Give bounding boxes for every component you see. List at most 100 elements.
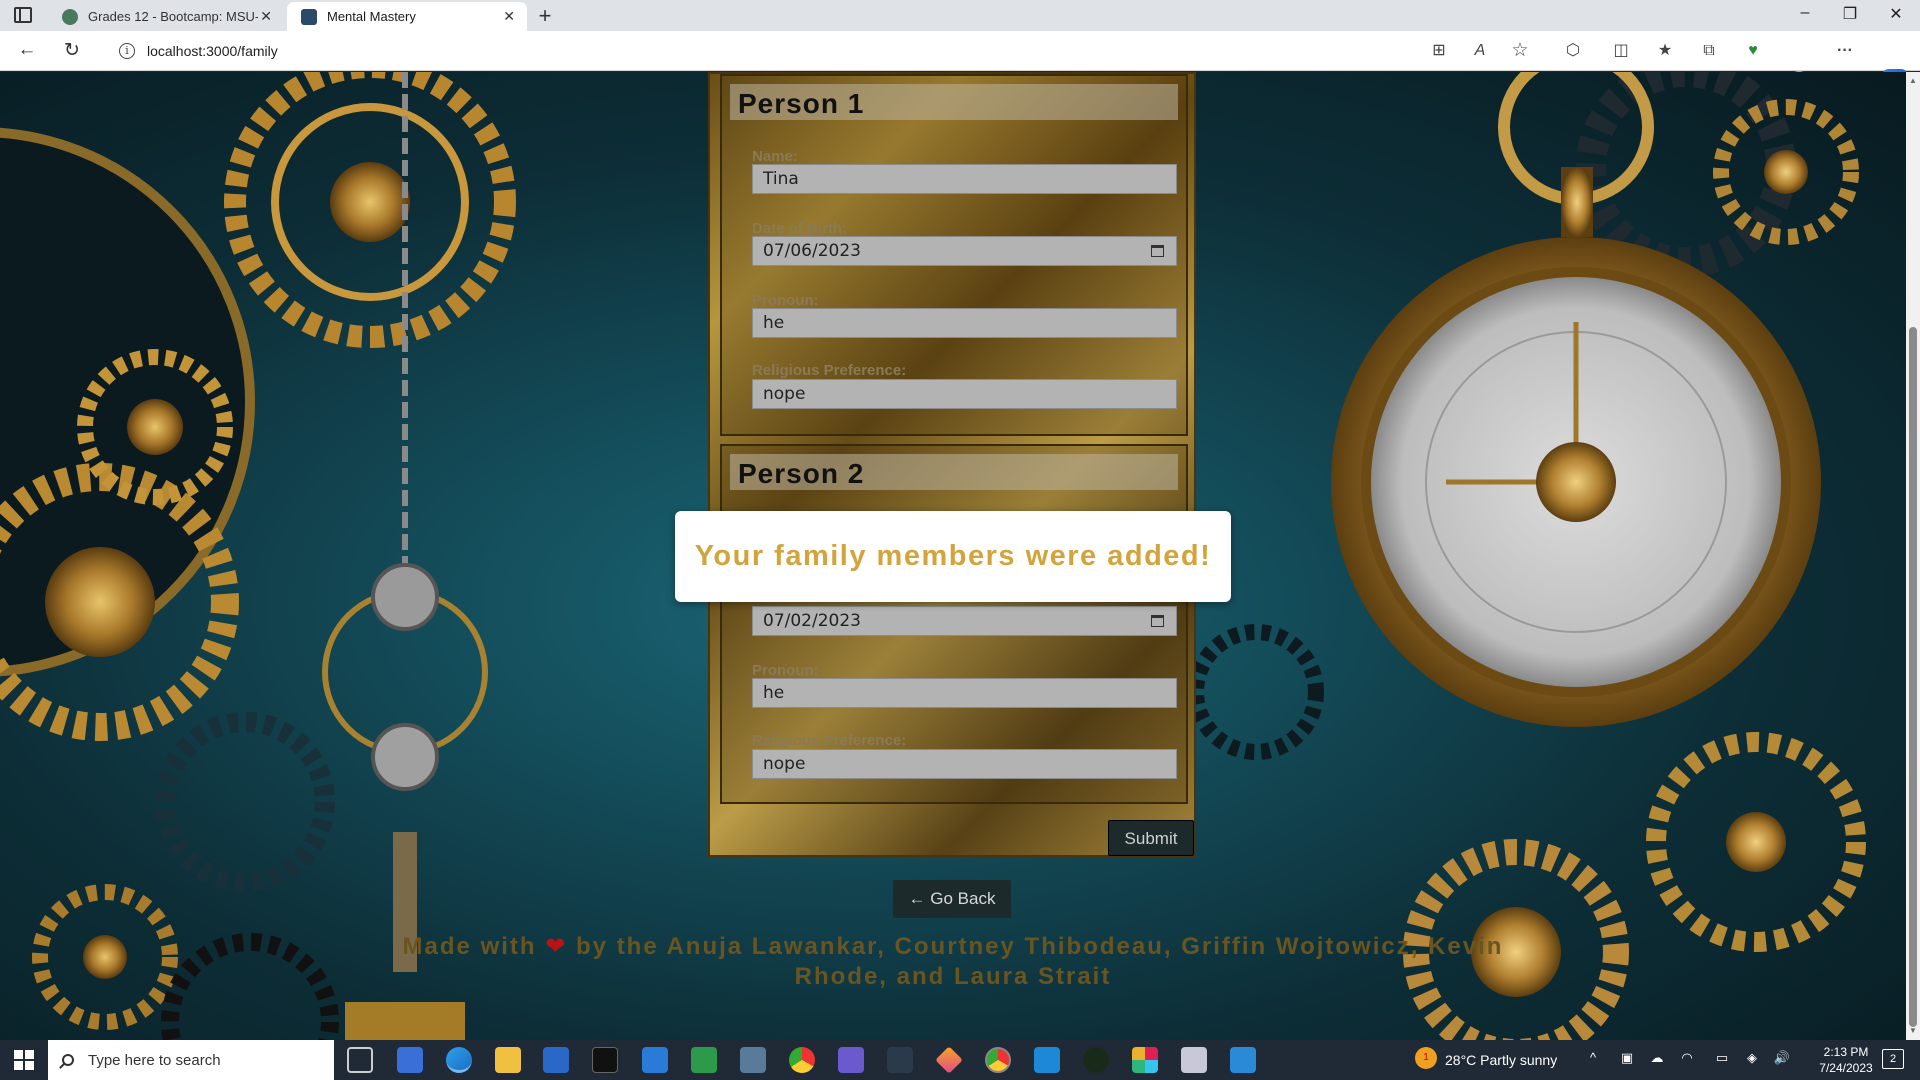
person-header: Person 1 [730,84,1178,120]
calendar-icon[interactable] [1151,245,1164,257]
battery-icon[interactable]: ▭ [1713,1050,1731,1066]
slack-icon[interactable] [1132,1047,1158,1073]
chrome-icon[interactable] [789,1047,815,1073]
search-icon [62,1054,74,1066]
steampunk-gears-left-decor [0,72,516,1040]
go-back-button[interactable]: ← Go Back [893,880,1011,918]
dob-label: Date of Birth: [752,220,847,237]
wifi-icon[interactable]: ◠ [1678,1050,1696,1066]
dob-field[interactable]: 07/02/2023 [752,606,1177,636]
family-form: Person 1 Name: Tina Date of Birth: 07/06… [708,72,1196,857]
show-hidden-icons-chevron-icon[interactable]: ^ [1584,1050,1602,1065]
url-field[interactable]: i localhost:3000/family [105,36,1435,66]
url-text[interactable]: localhost:3000/family [147,43,278,59]
mongodb-compass-icon[interactable] [1083,1047,1109,1073]
browser-essentials-icon[interactable]: ♥ [1742,40,1764,62]
unknown-app-icon[interactable] [887,1047,913,1073]
scroll-up-icon[interactable]: ▲ [1909,76,1917,85]
app-available-icon[interactable]: ⊞ [1428,40,1450,62]
vertical-scrollbar[interactable]: ▲ ▼ [1906,72,1920,1040]
success-message: Your family members were added! [694,540,1212,572]
paint-icon[interactable] [1181,1047,1207,1073]
weather-icon[interactable]: 1 [1415,1047,1437,1069]
weather-text[interactable]: 28°C Partly sunny [1445,1052,1557,1068]
pronoun-field[interactable]: he [752,308,1177,338]
security-icon[interactable]: ◈ [1743,1050,1761,1066]
tab-title: Mental Mastery [327,9,416,24]
vscode-icon[interactable] [1034,1047,1060,1073]
credits-footer: Made with ❤ by the Anuja Lawankar, Court… [380,932,1526,992]
tab-actions-icon[interactable] [14,7,32,23]
tray-app-icon[interactable]: ▣ [1618,1050,1636,1066]
file-explorer-icon[interactable] [495,1047,521,1073]
task-view-icon[interactable] [347,1047,373,1073]
religion-field[interactable]: nope [752,749,1177,779]
back-arrow-icon[interactable]: ← [15,39,39,61]
minimize-button[interactable]: – [1795,4,1815,22]
person-header: Person 2 [730,454,1178,490]
person-2-block: Person 2 07/02/2023 Pronoun: he Religiou… [720,444,1188,804]
onedrive-icon[interactable]: ☁ [1648,1050,1666,1066]
tab-title: Grades 12 - Bootcamp: MSU-VIR [88,9,258,24]
close-icon[interactable]: ✕ [260,8,272,25]
scroll-thumb[interactable] [1909,327,1917,1027]
system-clock[interactable]: 2:13 PM 7/24/2023 [1816,1044,1876,1076]
dob-value: 07/02/2023 [763,611,861,631]
submit-button[interactable]: Submit [1108,820,1194,856]
person-title: Person 1 [738,88,865,119]
close-window-button[interactable]: ✕ [1886,4,1906,24]
name-field[interactable]: Tina [752,164,1177,194]
extensions-icon[interactable]: ⬡ [1562,40,1584,62]
favorite-star-icon[interactable]: ☆ [1509,40,1531,62]
person-1-block: Person 1 Name: Tina Date of Birth: 07/06… [720,74,1188,436]
tab-mental-mastery[interactable]: Mental Mastery ✕ [287,2,527,31]
azure-data-studio-icon[interactable] [397,1047,423,1073]
windows-start-icon[interactable] [14,1050,34,1070]
collections-icon[interactable]: ⧉ [1698,40,1720,62]
reload-icon[interactable]: ↻ [60,39,84,62]
photos-icon[interactable] [1230,1047,1256,1073]
close-icon[interactable]: ✕ [503,8,515,25]
split-screen-icon[interactable]: ◫ [1610,40,1632,62]
search-placeholder: Type here to search [88,1051,221,1069]
more-icon[interactable]: ··· [1834,40,1856,62]
religion-label: Religious Preference: [752,362,907,379]
remote-desktop-icon[interactable] [838,1047,864,1073]
spreadsheet-icon[interactable] [691,1047,717,1073]
tab-bar: Grades 12 - Bootcamp: MSU-VIR ✕ Mental M… [0,0,1920,31]
pronoun-label: Pronoun: [752,662,819,679]
canvas-favicon-icon [62,8,78,25]
clock-time: 2:13 PM [1823,1045,1869,1059]
info-icon[interactable]: i [119,43,135,59]
site-favicon-icon [301,8,317,25]
tab-grades[interactable]: Grades 12 - Bootcamp: MSU-VIR ✕ [48,2,284,31]
new-tab-button[interactable]: + [533,3,557,29]
pronoun-field[interactable]: he [752,678,1177,708]
page-viewport: Person 1 Name: Tina Date of Birth: 07/06… [0,72,1906,1040]
microsoft-store-icon[interactable] [543,1047,569,1073]
notification-center-icon[interactable]: 2 [1882,1049,1904,1069]
read-aloud-icon[interactable]: A [1469,40,1491,62]
credits-prefix: Made with [402,933,537,960]
mail-icon[interactable] [642,1047,668,1073]
dob-field[interactable]: 07/06/2023 [752,236,1177,266]
calendar-icon[interactable] [1151,615,1164,627]
clock-date: 7/24/2023 [1819,1061,1873,1075]
favorites-icon[interactable]: ★ [1654,40,1676,62]
credits-names: by the Anuja Lawankar, Courtney Thibodea… [576,933,1504,990]
success-modal[interactable]: Your family members were added! [675,511,1231,602]
name-label: Name: [752,148,798,165]
chrome-profile-icon[interactable] [985,1047,1011,1073]
pocket-watch-decor [1196,72,1866,1040]
maximize-button[interactable]: ❐ [1840,4,1860,24]
edge-browser-icon[interactable] [446,1047,472,1073]
religion-field[interactable]: nope [752,379,1177,409]
scroll-down-icon[interactable]: ▼ [1909,1026,1917,1035]
religion-label: Religious Preference: [752,732,907,749]
terminal-icon[interactable] [592,1047,618,1073]
calculator-icon[interactable] [740,1047,766,1073]
address-bar: ← ↻ i localhost:3000/family ⊞ A ☆ ⬡ ◫ ★ … [0,31,1920,95]
taskbar-search-input[interactable]: Type here to search [48,1040,334,1080]
speaker-icon[interactable]: 🔊 [1773,1050,1791,1066]
person-title: Person 2 [738,458,865,489]
